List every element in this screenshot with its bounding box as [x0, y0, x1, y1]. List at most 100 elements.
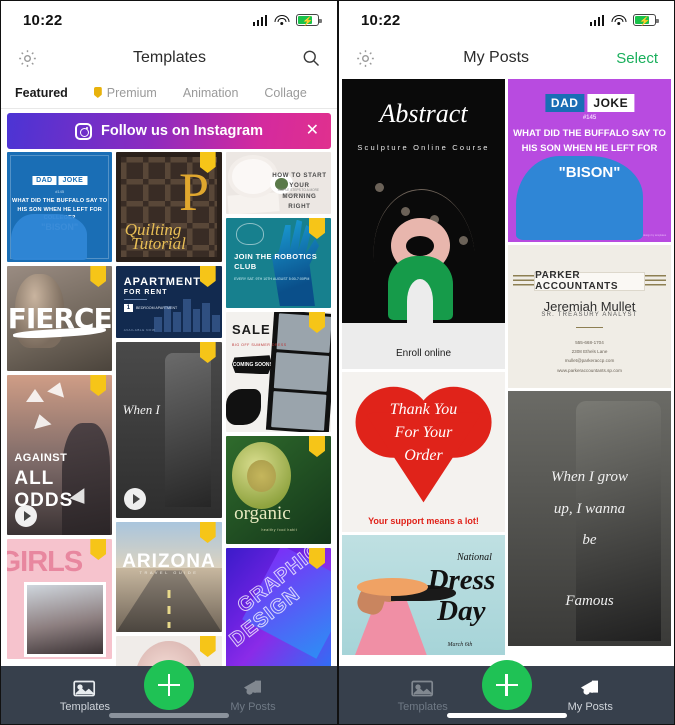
- thank-you-text: Thank You For Your Order: [342, 398, 505, 468]
- business-card-address: 2308 Ethels Lane: [571, 349, 608, 355]
- grid-column-2: P Quilting Tutorial APARTMENT FOR RENT 1…: [116, 152, 222, 666]
- template-card-fierce[interactable]: FIERCE: [7, 266, 113, 371]
- odds-line1: AGAINST: [14, 451, 68, 464]
- post-when-i-grow-up[interactable]: When I grow up, I wanna be Famous: [508, 391, 671, 646]
- post-dadjoke-answer: "BISON": [558, 163, 621, 181]
- select-button[interactable]: Select: [616, 50, 658, 67]
- template-card-dadjoke[interactable]: DAD JOKE #145 WHAT DID THE BUFFALO SAY TO…: [7, 152, 113, 262]
- template-card-girls[interactable]: GIRLS: [7, 539, 113, 659]
- morning-subtitle: SIMPLE STEPS TO A MORE PRODUCTIVE DAY: [277, 187, 320, 198]
- template-card-quilting[interactable]: P Quilting Tutorial: [116, 152, 222, 262]
- status-icons: ⚡: [589, 14, 659, 26]
- business-card-role: SR. TREASURY ANALYST: [541, 312, 638, 319]
- abstract-subtitle: Sculpture Online Course: [357, 142, 490, 152]
- post-business-card[interactable]: PARKER ACCOUNTANTS Jeremiah Mullet SR. T…: [508, 245, 671, 388]
- tab-myposts[interactable]: My Posts: [169, 678, 337, 713]
- post-dadjoke-number: #145: [582, 114, 597, 121]
- tab-myposts[interactable]: My Posts: [507, 678, 675, 713]
- posts-grid[interactable]: Abstract Sculpture Online Course Enroll …: [339, 77, 674, 666]
- page-title: My Posts: [463, 49, 530, 66]
- dadjoke-tag2: JOKE: [58, 176, 88, 186]
- post-dadjoke-tag1: DAD: [544, 93, 585, 112]
- post-dress-day[interactable]: National Dress Day March 6th: [342, 535, 505, 655]
- tab-collage-label: Collage: [264, 85, 307, 100]
- battery-charging-icon: ⚡: [296, 14, 322, 26]
- tab-animation[interactable]: Animation: [183, 86, 239, 100]
- template-card-apartment[interactable]: APARTMENT FOR RENT 1 BEDROOM APARTMENT AV…: [116, 266, 222, 338]
- status-bar-left: 10:22 ⚡: [1, 1, 337, 39]
- gear-icon[interactable]: [355, 48, 376, 69]
- abstract-title: Abstract: [379, 99, 468, 129]
- wifi-icon: [611, 14, 626, 26]
- premium-crown-icon: [90, 266, 107, 287]
- close-icon[interactable]: ✕: [306, 123, 319, 139]
- nav-bar-right: My Posts Select: [339, 39, 674, 77]
- thank-you-sub: Your support means a lot!: [368, 515, 479, 526]
- photo-gallery-icon: [73, 680, 96, 696]
- play-icon[interactable]: [124, 488, 147, 510]
- my-posts-screen: 10:22 ⚡ My Posts Select Abstract Sculptu…: [338, 0, 675, 725]
- buffalo-illustration: [11, 213, 88, 260]
- status-bar-right: 10:22 ⚡: [339, 1, 674, 39]
- premium-crown-icon: [199, 266, 216, 287]
- megaphone-icon: [244, 680, 261, 695]
- thank-you-line1: Thank You: [389, 400, 458, 418]
- apartment-badge: 1: [123, 304, 134, 313]
- template-card-morning[interactable]: HOW TO START YOUR MORNING RIGHT SIMPLE S…: [225, 152, 331, 214]
- status-time: 10:22: [23, 11, 63, 29]
- template-card-robotics[interactable]: JOIN THE ROBOTICS CLUB EVERY SAT. 9TH 10…: [225, 218, 331, 308]
- wifi-icon: [274, 14, 289, 26]
- play-icon[interactable]: [15, 505, 37, 527]
- post-dadjoke-credit: design by templates: [643, 234, 667, 238]
- apartment-availability: AVAILABLE NOW: [123, 327, 156, 332]
- tab-collage[interactable]: Collage: [264, 86, 306, 100]
- photo-gallery-icon: [411, 680, 433, 696]
- instagram-icon: [75, 122, 93, 140]
- bottom-tab-bar-right: Templates My Posts: [339, 660, 675, 724]
- template-card-when-i[interactable]: When I: [116, 342, 222, 518]
- search-icon[interactable]: [301, 48, 321, 68]
- template-card-graphic-design[interactable]: GRAPHIC DESIGN: [225, 548, 331, 666]
- megaphone-icon: [581, 680, 599, 695]
- battery-charging-icon: ⚡: [633, 14, 659, 26]
- post-abstract[interactable]: Abstract Sculpture Online Course Enroll …: [342, 79, 505, 369]
- templates-screen: 10:22 ⚡ Templates Featured Premium Anima…: [0, 0, 338, 725]
- premium-crown-icon: [308, 218, 325, 239]
- cellular-signal-icon: [252, 14, 267, 26]
- abstract-cta: Enroll online: [395, 347, 452, 359]
- home-indicator: [109, 713, 229, 718]
- when-i-grow-line1: When I grow: [551, 469, 628, 486]
- organic-title: organic: [234, 502, 291, 524]
- templates-grid[interactable]: DAD JOKE #145 WHAT DID THE BUFFALO SAY TO…: [1, 152, 337, 666]
- instagram-banner-label: Follow us on Instagram: [101, 123, 263, 139]
- sale-title: SALE: [231, 321, 271, 337]
- template-card-against-all-odds[interactable]: AGAINST ALL ODDS: [7, 375, 113, 535]
- post-dadjoke[interactable]: DAD JOKE #145 WHAT DID THE BUFFALO SAY TO…: [508, 79, 671, 242]
- dress-day-date: March 6th: [447, 641, 473, 648]
- home-indicator: [446, 713, 567, 718]
- dadjoke-tag1: DAD: [32, 176, 57, 186]
- tab-featured[interactable]: Featured: [15, 86, 68, 100]
- template-card-sale[interactable]: SALE BIG OFF SUMMER DRESS COMING SOON!: [225, 312, 331, 432]
- create-button[interactable]: [144, 660, 194, 710]
- create-button[interactable]: [481, 660, 532, 710]
- status-icons: ⚡: [252, 14, 322, 26]
- post-thank-you[interactable]: Thank You For Your Order Your support me…: [342, 372, 505, 532]
- template-card-arizona[interactable]: ARIZONA TRAVEL GUIDE: [116, 522, 222, 632]
- tab-premium-label: Premium: [106, 85, 157, 100]
- tab-animation-label: Animation: [182, 85, 239, 100]
- bottom-tab-bar-left: Templates My Posts: [1, 660, 337, 724]
- page-title: Templates: [133, 49, 206, 66]
- arizona-title: ARIZONA: [122, 550, 216, 572]
- arizona-subtitle: TRAVEL GUIDE: [139, 570, 199, 576]
- posts-column-1: Abstract Sculpture Online Course Enroll …: [342, 79, 505, 655]
- business-card-email: mullet@parkeraccp.com: [564, 358, 615, 364]
- template-card-organic[interactable]: organic healthy food habit: [225, 436, 331, 544]
- tab-premium[interactable]: Premium: [93, 85, 157, 100]
- tab-templates-label: Templates: [59, 700, 111, 713]
- instagram-banner[interactable]: Follow us on Instagram ✕: [7, 113, 331, 149]
- apartment-badge-text: BEDROOM APARTMENT: [136, 305, 178, 310]
- gear-icon[interactable]: [17, 48, 38, 69]
- organic-subtitle: healthy food habit: [261, 528, 298, 533]
- odds-line2: ALL: [14, 467, 55, 489]
